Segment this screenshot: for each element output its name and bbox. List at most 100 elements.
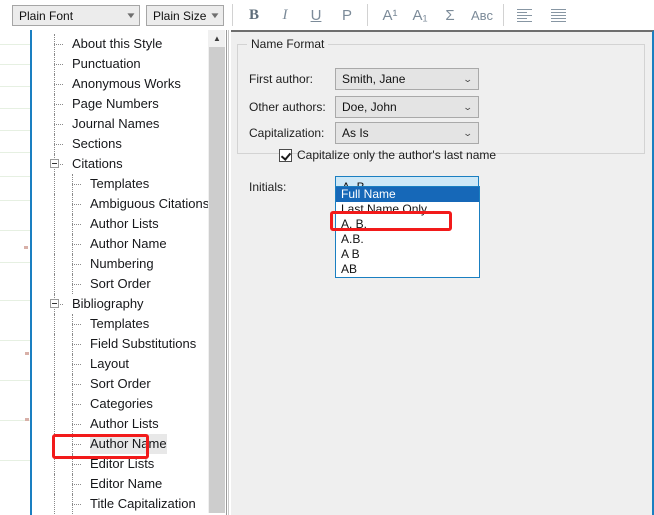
tree-item-sections[interactable]: Sections [32, 134, 225, 154]
tree-item-label: Punctuation [72, 56, 141, 71]
tree-connector [72, 264, 81, 265]
tree-item-journal-names[interactable]: Journal Names [32, 114, 225, 134]
tree-item-field-substitutions[interactable]: Field Substitutions [32, 334, 225, 354]
align-left-icon [516, 8, 532, 22]
tree-item-label: Author Name [90, 434, 167, 454]
other-authors-label: Other authors: [249, 100, 326, 114]
initials-option[interactable]: Full Name [336, 187, 479, 202]
initials-option[interactable]: A.B. [336, 232, 479, 247]
italic-button[interactable]: I [274, 4, 296, 26]
tree-connector [54, 314, 55, 334]
first-author-label: First author: [249, 72, 314, 86]
align-justify-button[interactable] [546, 4, 570, 26]
tree-item-punctuation[interactable]: Punctuation [32, 54, 225, 74]
tree-item-author-name[interactable]: Author Name [32, 434, 225, 454]
tree-item-title-capitalization[interactable]: Title Capitalization [32, 494, 225, 514]
initials-option[interactable]: A. B. [336, 217, 479, 232]
tree-connector [72, 324, 81, 325]
tree-connector [54, 194, 55, 214]
tree-item-anonymous-works[interactable]: Anonymous Works [32, 74, 225, 94]
tree-connector [54, 354, 55, 374]
tree-item-label: Ambiguous Citations [90, 196, 210, 211]
tree-item-categories[interactable]: Categories [32, 394, 225, 414]
tree-connector [72, 284, 81, 285]
initials-dropdown-list[interactable]: Full Name Last Name Only A. B. A.B. A B AB [335, 186, 480, 278]
tree-connector [72, 424, 81, 425]
align-justify-icon [550, 8, 566, 22]
other-authors-combo[interactable]: Doe, John ⌄ [335, 96, 479, 118]
tree-connector [54, 274, 55, 294]
symbol-button[interactable]: Σ [438, 4, 462, 26]
bold-button[interactable]: B [243, 4, 265, 26]
tree-item-label: Page Numbers [72, 96, 159, 111]
capitalize-last-name-checkbox[interactable] [279, 148, 292, 162]
tree-item-about-this-style[interactable]: About this Style [32, 34, 225, 54]
other-authors-row: Other authors: Doe, John ⌄ [231, 96, 652, 118]
font-combo[interactable]: Plain Font ▼ [12, 5, 140, 26]
tree-item-editor-name[interactable]: Editor Name [32, 474, 225, 494]
tree-scrollbar[interactable]: ▲ [208, 30, 225, 513]
first-author-value: Smith, Jane [342, 72, 406, 86]
tree-item-layout[interactable]: Layout [32, 354, 225, 374]
tree-item-label: Categories [90, 396, 153, 411]
tree-item-numbering[interactable]: Numbering [32, 254, 225, 274]
tree-item-sort-order[interactable]: Sort Order [32, 374, 225, 394]
capitalization-combo[interactable]: As Is ⌄ [335, 122, 479, 144]
tree-item-page-numbers[interactable]: Page Numbers [32, 94, 225, 114]
tree-connector [54, 214, 55, 234]
tree-item-bibliography[interactable]: Bibliography [32, 294, 225, 314]
superscript-button[interactable]: A¹ [378, 4, 402, 26]
align-left-button[interactable] [512, 4, 536, 26]
capitalize-last-name-row[interactable]: Capitalize only the author's last name [279, 148, 496, 162]
tree-expander-icon[interactable] [50, 299, 59, 308]
tree-connector [72, 484, 81, 485]
tree-item-label: Author Lists [90, 416, 159, 431]
capitalization-row: Capitalization: As Is ⌄ [231, 122, 652, 144]
tree-connector [72, 204, 81, 205]
tree-connector [72, 244, 81, 245]
name-format-legend: Name Format [247, 37, 329, 51]
tree-connector [54, 234, 55, 254]
tree-item-label: Sort Order [90, 276, 151, 291]
size-combo[interactable]: Plain Size ▼ [146, 5, 224, 26]
tree-item-templates[interactable]: Templates [32, 314, 225, 334]
tree-connector [54, 254, 55, 274]
tree-item-templates[interactable]: Templates [32, 174, 225, 194]
tree-item-label: Templates [90, 316, 150, 331]
tree-expander-icon[interactable] [50, 159, 59, 168]
tree-item-citations[interactable]: Citations [32, 154, 225, 174]
tree-item-author-lists[interactable]: Author Lists [32, 414, 225, 434]
tree-item-label: Layout [90, 356, 130, 371]
capitalize-last-name-label: Capitalize only the author's last name [297, 148, 497, 162]
toolbar-divider [503, 4, 504, 26]
tree-connector [54, 104, 63, 105]
spellcheck-button[interactable]: Aʙᴄ [468, 4, 496, 26]
tree-item-label: Bibliography [72, 296, 144, 311]
tree-item-author-name[interactable]: Author Name [32, 234, 225, 254]
tree-connector [72, 184, 81, 185]
scroll-up-arrow-icon: ▲ [213, 33, 221, 43]
subscript-button[interactable]: A₁ [408, 4, 432, 26]
tree-item-editor-lists[interactable]: Editor Lists [32, 454, 225, 474]
tree-item-sort-order[interactable]: Sort Order [32, 274, 225, 294]
tree-connector [54, 144, 63, 145]
scroll-up-button[interactable]: ▲ [209, 30, 225, 47]
first-author-row: First author: Smith, Jane ⌄ [231, 68, 652, 90]
tree-connector [72, 384, 81, 385]
underline-button[interactable]: U [305, 4, 327, 26]
tree-connector [72, 504, 81, 505]
plain-button[interactable]: P [336, 4, 358, 26]
tree-item-label: Templates [90, 176, 150, 191]
initials-option[interactable]: Last Name Only [336, 202, 479, 217]
initials-option[interactable]: A B [336, 247, 479, 262]
toolbar-divider [232, 4, 233, 26]
tree-connector [72, 344, 81, 345]
tree-item-ambiguous-citations[interactable]: Ambiguous Citations [32, 194, 225, 214]
tree-item-author-lists[interactable]: Author Lists [32, 214, 225, 234]
scrollbar-thumb[interactable] [209, 47, 225, 513]
style-tree[interactable]: About this Style Punctuation Anonymous Wor… [32, 34, 225, 514]
first-author-combo[interactable]: Smith, Jane ⌄ [335, 68, 479, 90]
chevron-down-icon: ⌄ [463, 102, 474, 112]
initials-option[interactable]: AB [336, 262, 479, 277]
background-strip [0, 0, 30, 515]
